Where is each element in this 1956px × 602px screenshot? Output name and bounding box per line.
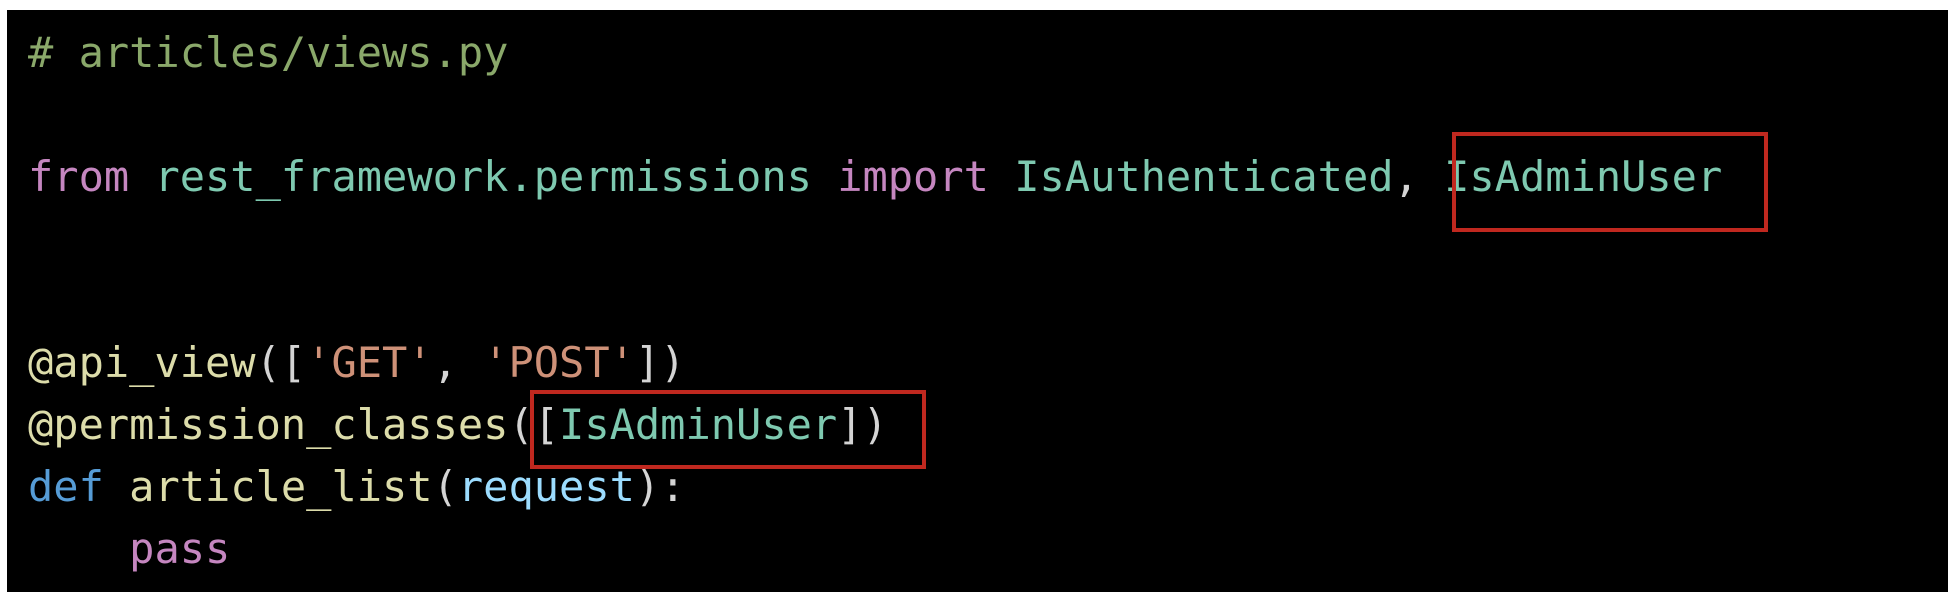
code-line-pass: pass [28,518,1948,580]
module-name: rest_framework.permissions [154,152,812,201]
code-line-comment: # articles/views.py [28,22,1948,84]
function-name: article_list [129,462,433,511]
code-panel: # articles/views.py from rest_framework.… [7,10,1948,592]
import-name-isauthenticated: IsAuthenticated [1014,152,1394,201]
highlight-box-import-isadminuser [1452,132,1768,232]
def-close: ): [634,462,686,511]
keyword-pass: pass [129,524,231,573]
code-line-blank-3 [28,270,1948,332]
decorator-permission-classes: @permission_classes [28,400,509,449]
api-view-open: ([ [255,338,307,387]
code-line-api-view: @api_view(['GET', 'POST']) [28,332,1948,394]
code-line-def: def article_list(request): [28,456,1948,518]
string-post: 'POST' [483,338,635,387]
comma: , [1393,152,1419,201]
api-view-close: ]) [634,338,686,387]
keyword-def: def [28,462,104,511]
string-get: 'GET' [306,338,433,387]
keyword-import: import [837,152,989,201]
code-line-permission-classes: @permission_classes([IsAdminUser]) [28,394,1948,456]
keyword-from: from [28,152,130,201]
api-view-sep: , [432,338,484,387]
param-request: request [457,462,635,511]
def-open-paren: ( [432,462,458,511]
decorator-api-view: @api_view [28,338,256,387]
comment-text: # articles/views.py [28,28,509,77]
highlight-box-permission-isadminuser [530,390,926,469]
